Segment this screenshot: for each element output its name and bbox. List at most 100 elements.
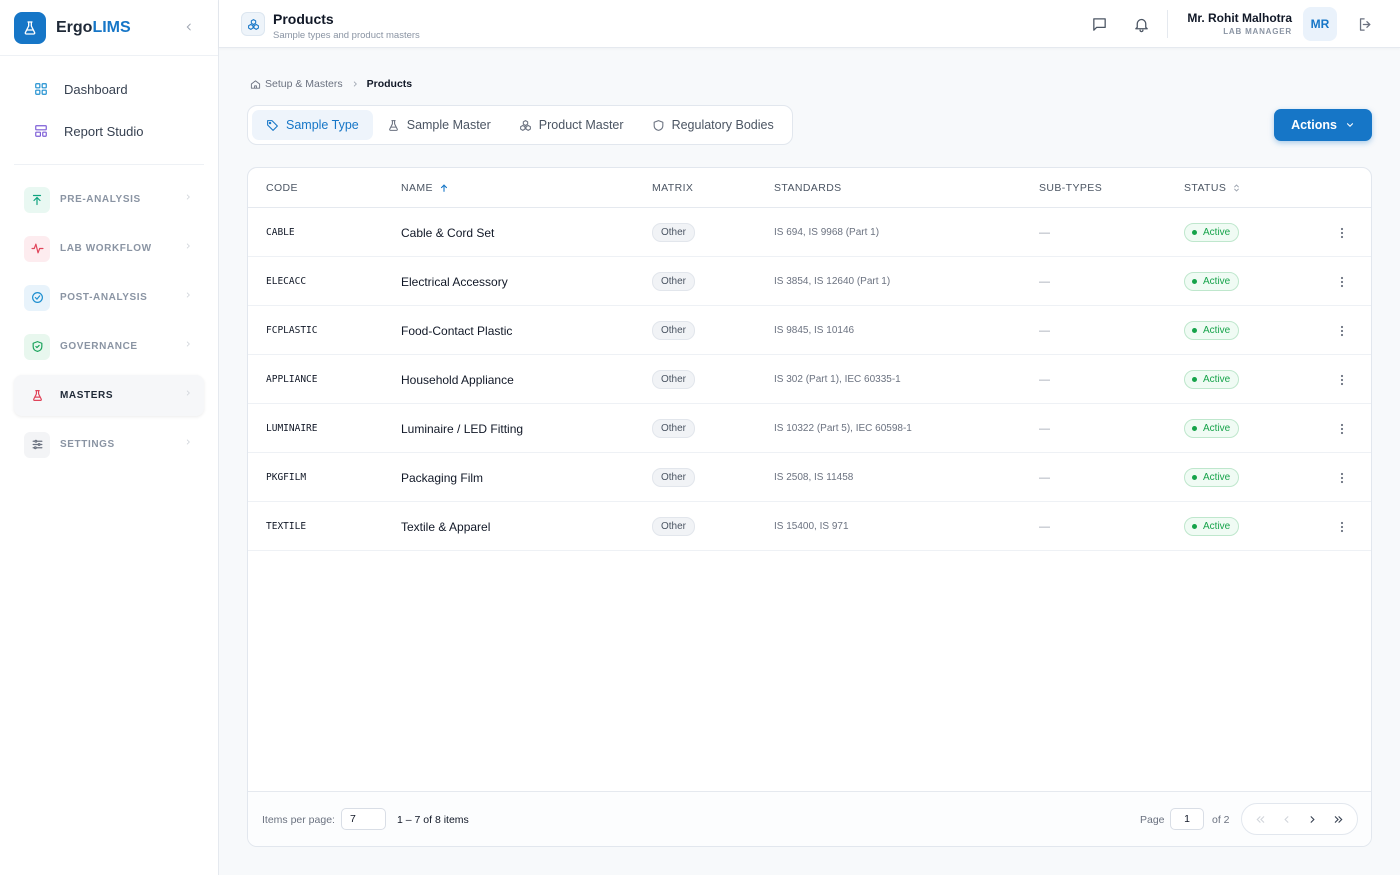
cell-name: Food-Contact Plastic — [401, 323, 513, 338]
last-page-chevrons-right-icon[interactable] — [1328, 809, 1348, 829]
table-row[interactable]: APPLIANCE Household Appliance Other IS 3… — [248, 355, 1371, 404]
cell-standards: IS 694, IS 9968 (Part 1) — [774, 227, 880, 238]
row-more-vertical-icon[interactable] — [1334, 404, 1350, 453]
row-more-vertical-icon[interactable] — [1334, 257, 1350, 306]
status-badge: Active — [1184, 517, 1240, 536]
table-header: CODE NAME MATRIX STANDARDS SUB-TYPES STA… — [248, 168, 1371, 208]
status-badge: Active — [1184, 321, 1240, 340]
sidebar-item-report-studio[interactable]: Report Studio — [14, 110, 204, 152]
avatar[interactable]: MR — [1303, 7, 1337, 41]
sidebar-group-label: POST-ANALYSIS — [60, 292, 148, 303]
column-name-sort[interactable]: NAME — [401, 182, 449, 194]
tab-product-master[interactable]: Product Master — [505, 110, 638, 140]
sidebar-group-pre-analysis[interactable]: PRE-ANALYSIS — [14, 179, 204, 220]
status-dot-icon — [1192, 426, 1197, 431]
breadcrumb-setup-masters[interactable]: Setup & Masters — [265, 78, 343, 90]
prev-page-chevron-left-icon[interactable] — [1277, 809, 1297, 829]
arrow-up-icon — [24, 186, 50, 213]
row-more-vertical-icon[interactable] — [1334, 208, 1350, 257]
tab-regulatory-bodies[interactable]: Regulatory Bodies — [638, 110, 788, 140]
user-role: LAB MANAGER — [1223, 27, 1292, 36]
row-more-vertical-icon[interactable] — [1334, 453, 1350, 502]
matrix-pill: Other — [652, 419, 696, 438]
home-icon[interactable] — [250, 79, 261, 90]
collapse-sidebar-chevron-left-icon[interactable] — [182, 20, 196, 34]
items-per-page-input[interactable] — [341, 808, 386, 830]
shield-icon — [653, 119, 663, 131]
column-status-sort[interactable]: STATUS — [1184, 182, 1241, 194]
shield-check-icon — [24, 333, 50, 360]
status-text: Active — [1203, 325, 1231, 336]
total-pages-text: of 2 — [1212, 814, 1230, 826]
bell-icon[interactable] — [1131, 14, 1151, 34]
cell-name: Household Appliance — [401, 372, 514, 387]
messages-icon[interactable] — [1089, 14, 1109, 34]
chevron-right-icon — [186, 292, 190, 298]
activity-icon — [24, 235, 50, 262]
breadcrumb-current: Products — [366, 78, 413, 90]
sidebar-groups: PRE-ANALYSIS LAB WORKFLOW POST-ANALYSIS … — [0, 165, 218, 465]
status-dot-icon — [1192, 328, 1197, 333]
row-more-vertical-icon[interactable] — [1334, 306, 1350, 355]
status-text: Active — [1203, 423, 1231, 434]
status-badge: Active — [1184, 370, 1240, 389]
table-body: CABLE Cable & Cord Set Other IS 694, IS … — [248, 208, 1371, 551]
status-badge: Active — [1184, 272, 1240, 291]
layout-icon — [35, 125, 47, 137]
tab-label: Regulatory Bodies — [671, 118, 774, 132]
flask-icon — [388, 119, 398, 131]
sidebar-group-settings[interactable]: SETTINGS — [14, 424, 204, 465]
table-row[interactable]: LUMINAIRE Luminaire / LED Fitting Other … — [248, 404, 1371, 453]
chevron-right-icon — [353, 81, 357, 87]
sidebar-item-dashboard[interactable]: Dashboard — [14, 68, 204, 110]
cell-status: Active — [1184, 306, 1240, 355]
table-row[interactable]: ELECACC Electrical Accessory Other IS 38… — [248, 257, 1371, 306]
chevron-right-icon — [186, 243, 190, 249]
sidebar-group-label: SETTINGS — [60, 439, 115, 450]
table-row[interactable]: PKGFILM Packaging Film Other IS 2508, IS… — [248, 453, 1371, 502]
row-more-vertical-icon[interactable] — [1334, 355, 1350, 404]
sidebar-group-masters[interactable]: MASTERS — [14, 375, 204, 416]
logout-icon[interactable] — [1356, 15, 1374, 33]
tab-sample-master[interactable]: Sample Master — [373, 110, 505, 140]
flask-logo-icon[interactable] — [14, 11, 46, 44]
sidebar: ErgoLIMS Dashboard Report Studio PRE-ANA… — [0, 0, 219, 875]
page-number-input[interactable] — [1170, 808, 1204, 830]
column-code: CODE — [266, 182, 298, 194]
cell-standards: IS 9845, IS 10146 — [774, 325, 855, 336]
sidebar-group-label: LAB WORKFLOW — [60, 243, 152, 254]
tab-sample-type[interactable]: Sample Type — [252, 110, 373, 140]
cell-name: Electrical Accessory — [401, 274, 508, 289]
sidebar-group-post-analysis[interactable]: POST-ANALYSIS — [14, 277, 204, 318]
table-row[interactable]: CABLE Cable & Cord Set Other IS 694, IS … — [248, 208, 1371, 257]
breadcrumb: Setup & Masters Products — [250, 78, 412, 90]
cell-status: Active — [1184, 404, 1240, 453]
tab-label: Sample Master — [406, 118, 491, 132]
cell-sub-types: — — [1039, 520, 1050, 533]
status-badge: Active — [1184, 223, 1240, 242]
status-badge: Active — [1184, 468, 1240, 487]
cell-code: PKGFILM — [266, 472, 307, 483]
table-row[interactable]: TEXTILE Textile & Apparel Other IS 15400… — [248, 502, 1371, 551]
cell-sub-types: — — [1039, 471, 1050, 484]
matrix-pill: Other — [652, 321, 696, 340]
cell-standards: IS 15400, IS 971 — [774, 521, 849, 532]
page-subtitle: Sample types and product masters — [273, 30, 420, 41]
cell-status: Active — [1184, 355, 1240, 404]
matrix-pill: Other — [652, 468, 696, 487]
flask-icon — [24, 383, 50, 409]
actions-button[interactable]: Actions — [1274, 109, 1372, 141]
sidebar-group-governance[interactable]: GOVERNANCE — [14, 326, 204, 367]
cell-code: TEXTILE — [266, 521, 307, 532]
row-more-vertical-icon[interactable] — [1334, 502, 1350, 551]
first-page-chevrons-left-icon[interactable] — [1251, 809, 1271, 829]
cell-code: CABLE — [266, 227, 295, 238]
cell-standards: IS 10322 (Part 5), IEC 60598-1 — [774, 423, 912, 434]
chevron-right-icon — [186, 194, 190, 200]
next-page-chevron-right-icon[interactable] — [1302, 809, 1322, 829]
sample-type-table: CODE NAME MATRIX STANDARDS SUB-TYPES STA… — [247, 167, 1372, 847]
table-row[interactable]: FCPLASTIC Food-Contact Plastic Other IS … — [248, 306, 1371, 355]
sidebar-group-lab-workflow[interactable]: LAB WORKFLOW — [14, 228, 204, 269]
cell-matrix: Other — [652, 502, 696, 551]
cell-sub-types: — — [1039, 324, 1050, 337]
